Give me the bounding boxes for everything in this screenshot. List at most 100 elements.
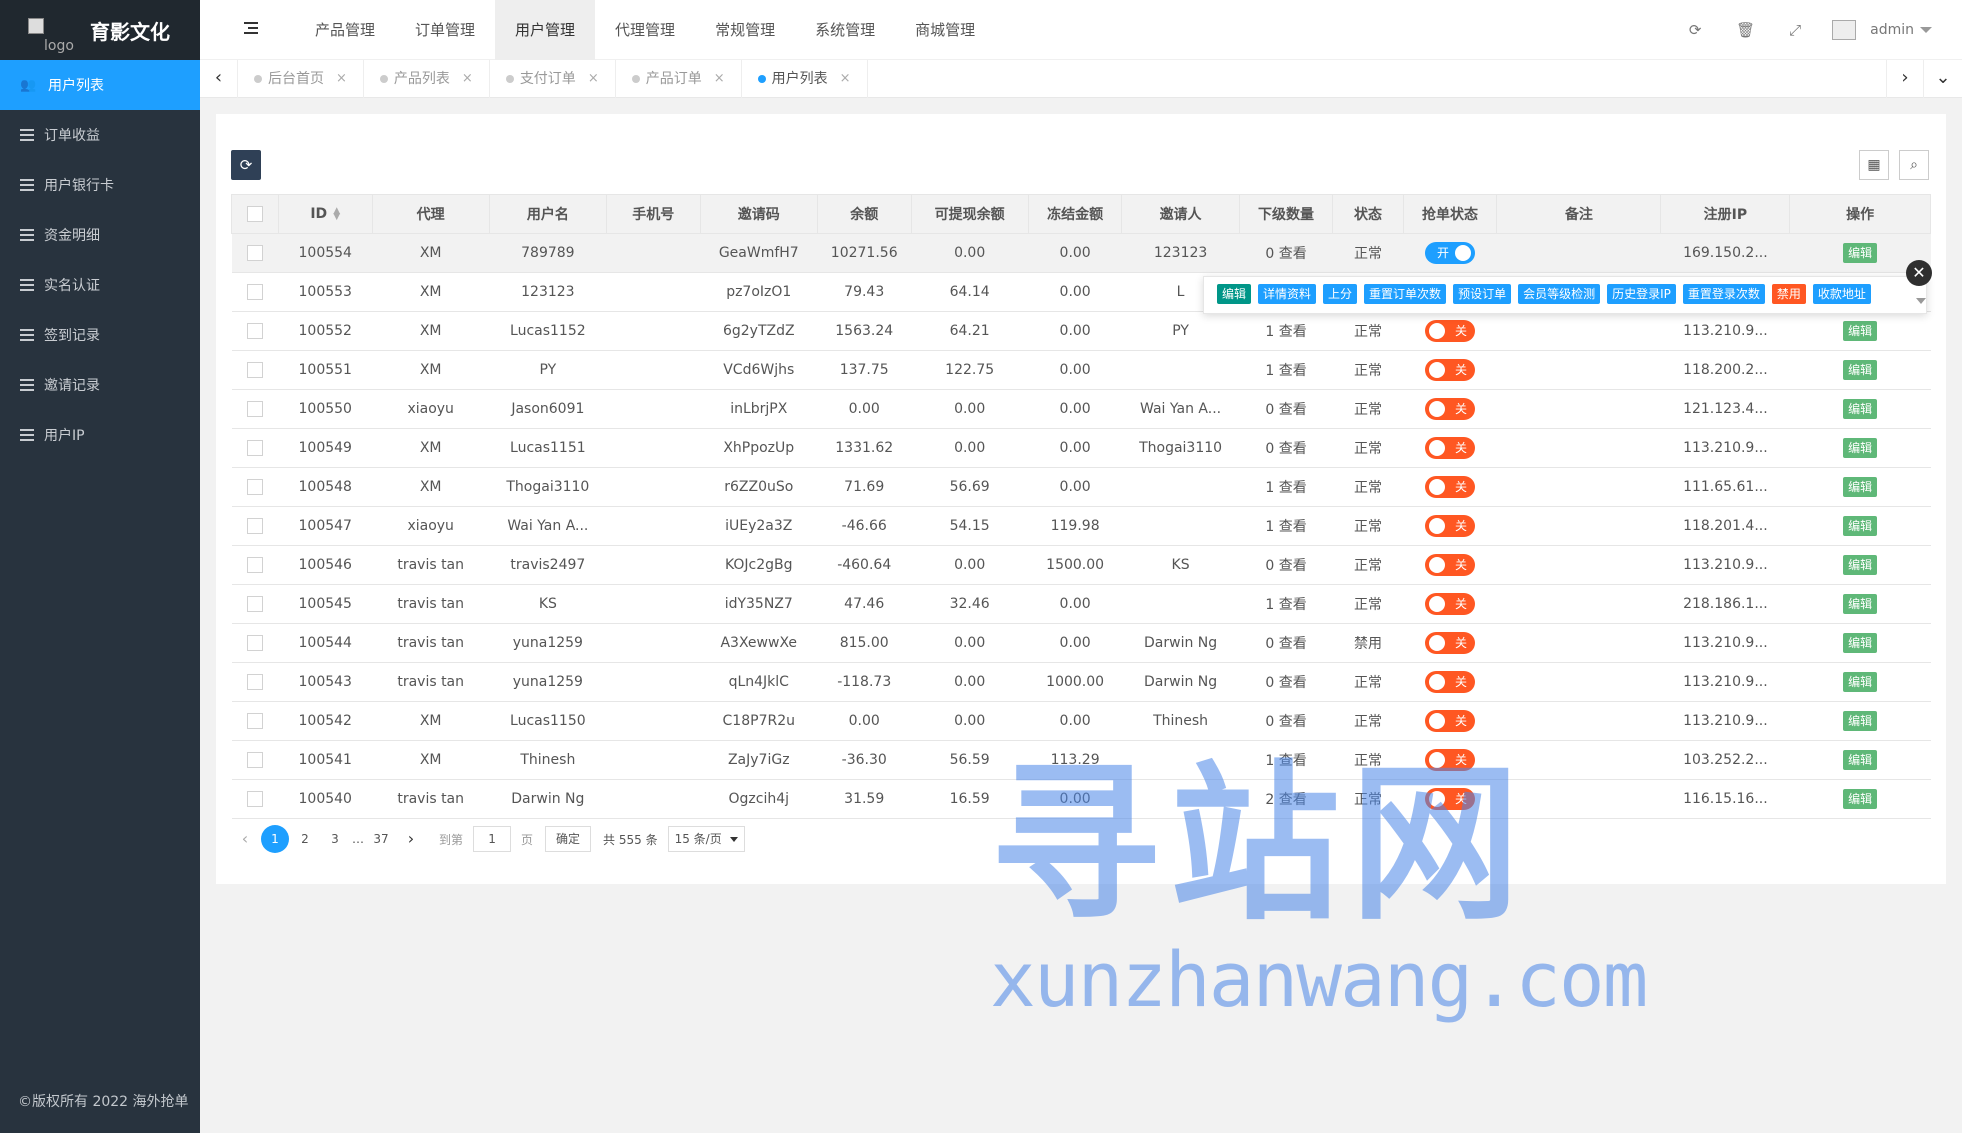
table-row[interactable]: 100547 xiaoyu Wai Yan A... iUEy2a3Z -46.66 54… bbox=[231, 506, 1931, 546]
row-checkbox[interactable] bbox=[246, 440, 263, 456]
prev-page-icon[interactable]: ‹ bbox=[231, 825, 259, 853]
table-row[interactable]: 100554 XM 789789 GeaWmfH7 10271.56 0.00 0.00 12… bbox=[231, 233, 1931, 273]
page-size-select[interactable]: 15 条/页 bbox=[667, 826, 745, 852]
refresh-icon[interactable]: ⟳ bbox=[1686, 21, 1704, 39]
row-checkbox[interactable] bbox=[246, 674, 263, 690]
trash-icon[interactable]: 🗑 bbox=[1736, 21, 1755, 39]
row-checkbox[interactable] bbox=[246, 791, 263, 807]
grab-toggle[interactable]: 关 bbox=[1425, 554, 1476, 576]
cell-subs[interactable]: 1 查看 bbox=[1239, 350, 1333, 390]
sidebar-item-5[interactable]: 签到记录 bbox=[0, 310, 200, 360]
cell-subs[interactable]: 0 查看 bbox=[1239, 701, 1333, 741]
table-row[interactable]: 100542 XM Lucas1150 C18P7R2u 0.00 0.00 0.00 Thi… bbox=[231, 701, 1931, 741]
sidebar-item-6[interactable]: 邀请记录 bbox=[0, 360, 200, 410]
row-checkbox[interactable] bbox=[246, 323, 263, 339]
grab-toggle[interactable]: 关 bbox=[1425, 398, 1476, 420]
popup-scroll-down-icon[interactable] bbox=[1916, 298, 1926, 304]
fullscreen-icon[interactable]: ⤢ bbox=[1786, 21, 1804, 39]
edit-button[interactable]: 编辑 bbox=[1843, 321, 1878, 341]
grab-toggle[interactable]: 开 bbox=[1425, 242, 1476, 264]
table-row[interactable]: 100546 travis tan travis2497 KOJc2gBg -460.6… bbox=[231, 545, 1931, 585]
op-button-2[interactable]: 上分 bbox=[1323, 284, 1358, 304]
top-nav-item-4[interactable]: 常规管理 bbox=[695, 0, 795, 60]
top-nav-item-1[interactable]: 订单管理 bbox=[395, 0, 495, 60]
grab-toggle[interactable]: 关 bbox=[1425, 632, 1476, 654]
edit-button[interactable]: 编辑 bbox=[1843, 594, 1878, 614]
cell-subs[interactable]: 0 查看 bbox=[1239, 623, 1333, 663]
op-button-1[interactable]: 详情资料 bbox=[1258, 284, 1317, 304]
op-button-8[interactable]: 禁用 bbox=[1771, 284, 1806, 304]
edit-button[interactable]: 编辑 bbox=[1843, 789, 1878, 809]
tabs-scroll-right-icon[interactable]: › bbox=[1886, 60, 1924, 98]
tab-4[interactable]: 用户列表 × bbox=[742, 60, 868, 98]
grab-toggle[interactable]: 关 bbox=[1425, 476, 1476, 498]
table-row[interactable]: 100549 XM Lucas1151 XhPpozUp 1331.62 0.00 0.00… bbox=[231, 428, 1931, 468]
grab-toggle[interactable]: 关 bbox=[1425, 437, 1476, 459]
table-refresh-button[interactable]: ⟳ bbox=[231, 150, 261, 180]
table-row[interactable]: 100543 travis tan yuna1259 qLn4JklC -118.73 0… bbox=[231, 662, 1931, 702]
table-row[interactable]: 100552 XM Lucas1152 6g2yTZdZ 1563.24 64.21 0.0… bbox=[231, 311, 1931, 351]
tab-close-icon[interactable]: × bbox=[462, 60, 473, 98]
row-checkbox[interactable] bbox=[246, 401, 263, 417]
cell-subs[interactable]: 1 查看 bbox=[1239, 467, 1333, 507]
row-checkbox[interactable] bbox=[246, 284, 263, 300]
sidebar-item-4[interactable]: 实名认证 bbox=[0, 260, 200, 310]
edit-button[interactable]: 编辑 bbox=[1843, 555, 1878, 575]
select-all-checkbox[interactable] bbox=[246, 206, 263, 222]
top-nav-item-2[interactable]: 用户管理 bbox=[495, 0, 596, 60]
top-nav-item-5[interactable]: 系统管理 bbox=[795, 0, 895, 60]
cell-subs[interactable]: 0 查看 bbox=[1239, 428, 1333, 468]
cell-subs[interactable]: 1 查看 bbox=[1239, 740, 1333, 780]
column-header[interactable]: ID ▲ ▼ bbox=[277, 194, 373, 234]
sidebar-item-7[interactable]: 用户IP bbox=[0, 410, 200, 460]
edit-button[interactable]: 编辑 bbox=[1843, 633, 1878, 653]
grab-toggle[interactable]: 关 bbox=[1425, 749, 1476, 771]
edit-button[interactable]: 编辑 bbox=[1843, 750, 1878, 770]
page-number[interactable]: 1 bbox=[261, 825, 289, 853]
grab-toggle[interactable]: 关 bbox=[1425, 671, 1476, 693]
grab-toggle[interactable]: 关 bbox=[1425, 359, 1476, 381]
table-row[interactable]: 100540 travis tan Darwin Ng Ogzcih4j 31.59 16… bbox=[231, 779, 1931, 819]
edit-button[interactable]: 编辑 bbox=[1843, 438, 1878, 458]
sidebar-item-3[interactable]: 资金明细 bbox=[0, 210, 200, 260]
close-icon[interactable]: ✕ bbox=[1906, 260, 1932, 286]
tab-0[interactable]: 后台首页 × bbox=[238, 60, 364, 98]
table-row[interactable]: 100550 xiaoyu Jason6091 inLbrjPX 0.00 0.00 0.0… bbox=[231, 389, 1931, 429]
grab-toggle[interactable]: 关 bbox=[1425, 710, 1476, 732]
chevron-down-icon[interactable] bbox=[1920, 27, 1932, 33]
page-number[interactable]: 3 bbox=[321, 825, 349, 853]
tab-close-icon[interactable]: × bbox=[840, 60, 851, 98]
grab-toggle[interactable]: 关 bbox=[1425, 788, 1476, 810]
columns-filter-button[interactable]: ▦ bbox=[1859, 150, 1889, 180]
page-number[interactable]: 2 bbox=[291, 825, 319, 853]
tab-3[interactable]: 产品订单 × bbox=[616, 60, 742, 98]
next-page-icon[interactable]: › bbox=[397, 825, 425, 853]
tabs-menu-chevron-icon[interactable]: ⌄ bbox=[1924, 60, 1962, 98]
user-name[interactable]: admin bbox=[1870, 22, 1914, 38]
tab-2[interactable]: 支付订单 × bbox=[490, 60, 616, 98]
tabs-scroll-left-icon[interactable]: ‹ bbox=[200, 60, 238, 98]
edit-button[interactable]: 编辑 bbox=[1843, 360, 1878, 380]
op-button-5[interactable]: 会员等级检测 bbox=[1518, 284, 1601, 304]
tab-close-icon[interactable]: × bbox=[588, 60, 599, 98]
grab-toggle[interactable]: 关 bbox=[1425, 515, 1476, 537]
row-checkbox[interactable] bbox=[246, 596, 263, 612]
cell-subs[interactable]: 1 查看 bbox=[1239, 311, 1333, 351]
edit-button[interactable]: 编辑 bbox=[1843, 243, 1878, 263]
row-checkbox[interactable] bbox=[246, 752, 263, 768]
cell-subs[interactable]: 0 查看 bbox=[1239, 662, 1333, 702]
row-checkbox[interactable] bbox=[246, 635, 263, 651]
top-nav-item-6[interactable]: 商城管理 bbox=[895, 0, 995, 60]
sidebar-item-1[interactable]: 订单收益 bbox=[0, 110, 200, 160]
cell-subs[interactable]: 0 查看 bbox=[1239, 233, 1333, 273]
tab-close-icon[interactable]: × bbox=[714, 60, 725, 98]
menu-toggle-icon[interactable] bbox=[244, 22, 258, 36]
row-checkbox[interactable] bbox=[246, 362, 263, 378]
avatar[interactable] bbox=[1832, 20, 1857, 40]
goto-confirm-button[interactable]: 确定 bbox=[545, 826, 592, 852]
row-checkbox[interactable] bbox=[246, 479, 263, 495]
grab-toggle[interactable]: 关 bbox=[1425, 593, 1476, 615]
op-button-9[interactable]: 收款地址 bbox=[1812, 284, 1871, 304]
tab-1[interactable]: 产品列表 × bbox=[364, 60, 490, 98]
top-nav-item-3[interactable]: 代理管理 bbox=[595, 0, 695, 60]
